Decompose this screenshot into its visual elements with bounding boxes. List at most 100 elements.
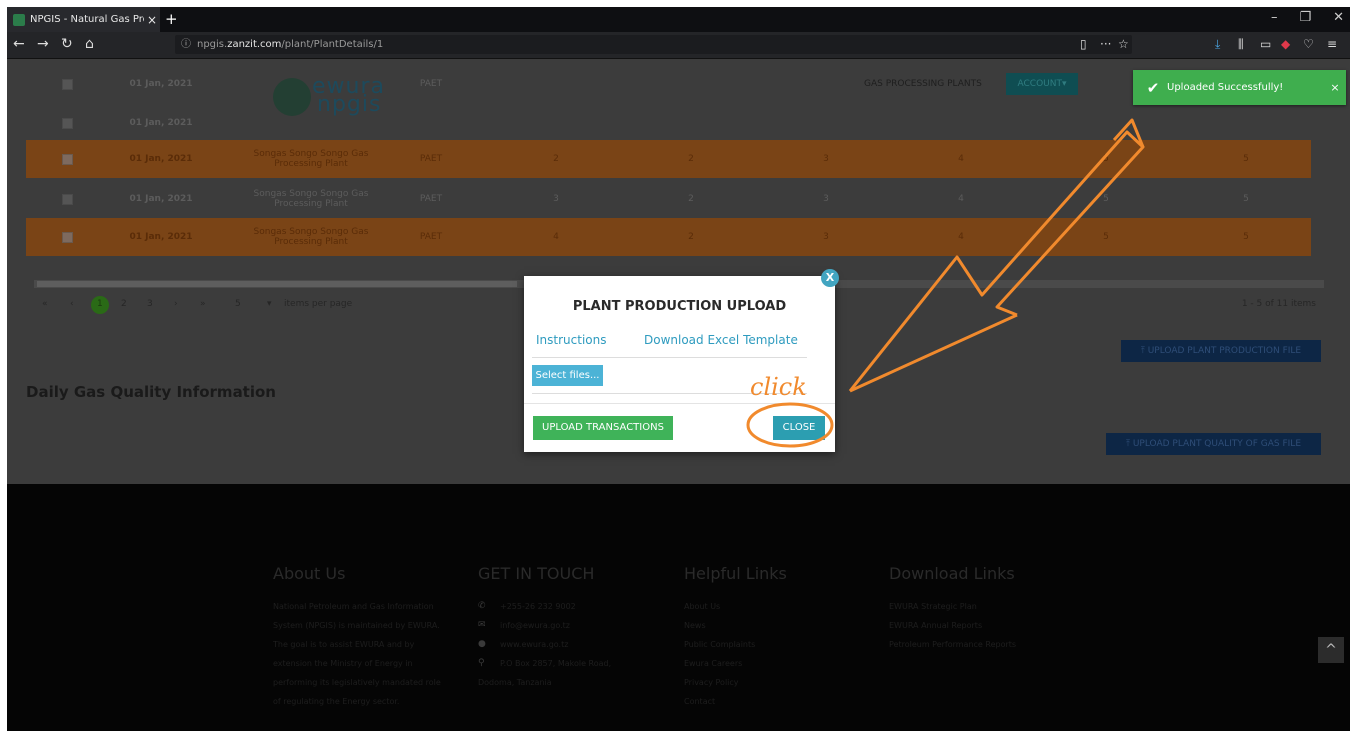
footer-about: About Us National Petroleum and Gas Info… (273, 564, 441, 711)
new-tab-button[interactable]: + (165, 10, 178, 28)
toast-close-icon[interactable]: × (1324, 81, 1346, 94)
reload-icon[interactable]: ↻ (61, 36, 73, 52)
maximize-button[interactable]: ❐ (1299, 10, 1311, 25)
footer-helpful-link[interactable]: News (684, 616, 787, 635)
footer-address: P.O Box 2857, Makole Road, (500, 659, 612, 668)
pager-page-3[interactable]: 3 (147, 299, 153, 309)
tab-title: NPGIS - Natural Gas Processing (30, 14, 144, 25)
reader-icon[interactable]: ▯ (1080, 37, 1087, 51)
footer-helpful-link[interactable]: About Us (684, 597, 787, 616)
footer-web-link[interactable]: www.ewura.go.tz (500, 635, 568, 654)
scrollbar-thumb[interactable] (37, 281, 517, 287)
scroll-to-top-button[interactable]: ^ (1318, 637, 1344, 663)
table-row[interactable]: 01 Jan, 2021 PAET (26, 65, 1311, 103)
window-controls: – ❐ ✕ (1271, 10, 1344, 25)
library-icon[interactable]: ⫼ (1238, 37, 1244, 52)
footer-about-line: of regulating the Energy sector. (273, 697, 400, 706)
pocket-icon[interactable]: ◆ (1281, 37, 1290, 51)
per-page-label: items per page (284, 299, 353, 309)
table-row[interactable]: 01 Jan, 2021 Songas Songo Songo Gas Proce… (26, 180, 1311, 218)
footer-helpful-link[interactable]: Ewura Careers (684, 654, 787, 673)
row-checkbox[interactable] (62, 78, 73, 90)
footer-email-link[interactable]: info@ewura.go.tz (500, 616, 570, 635)
instructions-link[interactable]: Instructions (536, 333, 606, 347)
select-files-button[interactable]: Select files... (532, 365, 603, 386)
row-checkbox[interactable] (62, 231, 73, 243)
extension-icon[interactable]: ♡ (1303, 37, 1314, 51)
nav-gas-processing-plants[interactable]: GAS PROCESSING PLANTS (864, 79, 982, 89)
pager-prev[interactable]: ‹ (70, 299, 74, 309)
pager-summary: 1 - 5 of 11 items (1241, 299, 1316, 309)
footer-download-link[interactable]: EWURA Annual Reports (889, 616, 1016, 635)
address-bar[interactable]: ⓘ npgis.zanzit.com/plant/PlantDetails/1 (175, 35, 1132, 54)
footer-phone: +255-26 232 9002 (500, 602, 576, 611)
pager-page-2[interactable]: 2 (121, 299, 127, 309)
success-toast: ✔ Uploaded Successfully! × (1133, 70, 1346, 105)
table-row[interactable]: 01 Jan, 2021 (26, 104, 1311, 142)
downloads-icon[interactable]: ⤓ (1215, 37, 1220, 52)
home-icon[interactable]: ⌂ (85, 36, 94, 52)
url-prefix: npgis. (197, 39, 228, 50)
footer-helpful-link[interactable]: Public Complaints (684, 635, 787, 654)
footer-download-link[interactable]: Petroleum Performance Reports (889, 635, 1016, 654)
table-cell-type: PAET (419, 154, 443, 164)
footer-about-line: performing its legislatively mandated ro… (273, 678, 441, 687)
table-cell-v4: 4 (958, 154, 964, 164)
footer-helpful-link[interactable]: Privacy Policy (684, 673, 787, 692)
row-checkbox[interactable] (62, 153, 73, 165)
table-cell-v2: 2 (688, 232, 694, 242)
table-cell-date: 01 Jan, 2021 (129, 232, 193, 242)
table-cell-v1: 4 (553, 232, 559, 242)
upload-plant-quality-button[interactable]: ⤒ UPLOAD PLANT QUALITY OF GAS FILE (1106, 433, 1321, 455)
table-cell-v3: 3 (823, 194, 829, 204)
footer-phone-row: ✆ +255-26 232 9002 (478, 597, 611, 616)
account-dropdown[interactable]: ACCOUNT▾ (1006, 73, 1078, 95)
footer-helpful-link[interactable]: Contact (684, 692, 787, 711)
pager-first[interactable]: « (42, 299, 48, 309)
back-icon[interactable]: ← (13, 36, 25, 52)
bookmark-star-icon[interactable]: ☆ (1118, 37, 1129, 51)
per-page-caret-icon[interactable]: ▾ (267, 299, 272, 309)
browser-tab[interactable]: NPGIS - Natural Gas Processing × (7, 7, 160, 32)
table-row[interactable]: 01 Jan, 2021 Songas Songo Songo Gas Proce… (26, 218, 1311, 256)
sidebar-icon[interactable]: ▭ (1260, 37, 1271, 51)
upload-transactions-button[interactable]: UPLOAD TRANSACTIONS (533, 416, 673, 440)
footer-about-line: The goal is to assist EWURA and by (273, 640, 415, 649)
upload-plant-production-button[interactable]: ⤒ UPLOAD PLANT PRODUCTION FILE (1121, 340, 1321, 362)
footer-helpful-title: Helpful Links (684, 564, 787, 583)
ewura-logo[interactable]: ewura npgis (269, 74, 389, 124)
footer-download-title: Download Links (889, 564, 1015, 583)
table-cell-v6: 5 (1243, 154, 1249, 164)
per-page-select[interactable]: 5 (235, 299, 241, 309)
tab-close-icon[interactable]: × (144, 13, 160, 27)
dialog-close-icon[interactable]: X (821, 269, 839, 287)
table-cell-v5: 5 (1103, 154, 1109, 164)
page-actions-icon[interactable]: ··· (1100, 37, 1111, 51)
table-cell-v1: 2 (553, 154, 559, 164)
phone-icon: ✆ (478, 601, 486, 611)
forward-icon[interactable]: → (37, 36, 49, 52)
table-cell-plant: Songas Songo Songo Gas Processing Plant (253, 149, 369, 169)
table-cell-v4: 4 (958, 232, 964, 242)
pager-page-1[interactable]: 1 (97, 299, 103, 309)
table-row[interactable]: 01 Jan, 2021 Songas Songo Songo Gas Proce… (26, 140, 1311, 178)
footer-about-title: About Us (273, 564, 346, 583)
table-cell-v3: 3 (823, 232, 829, 242)
close-button[interactable]: CLOSE (773, 416, 825, 440)
nav-bar: ← → ↻ ⌂ ⓘ npgis.zanzit.com/plant/PlantDe… (7, 32, 1350, 59)
window-close-button[interactable]: ✕ (1333, 10, 1344, 25)
row-checkbox[interactable] (62, 193, 73, 205)
footer-download-link[interactable]: EWURA Strategic Plan (889, 597, 1016, 616)
row-checkbox[interactable] (62, 117, 73, 129)
download-template-link[interactable]: Download Excel Template (644, 333, 798, 347)
pager-next[interactable]: › (174, 299, 178, 309)
menu-icon[interactable]: ≡ (1327, 37, 1337, 51)
minimize-button[interactable]: – (1271, 10, 1278, 25)
table-cell-date: 01 Jan, 2021 (129, 194, 193, 204)
globe-icon: ● (478, 639, 486, 649)
pager-last[interactable]: » (200, 299, 206, 309)
toast-message: Uploaded Successfully! (1167, 82, 1284, 93)
annotation-click-text: click (750, 373, 807, 401)
site-info-icon[interactable]: ⓘ (181, 35, 191, 54)
table-cell-v2: 2 (688, 194, 694, 204)
